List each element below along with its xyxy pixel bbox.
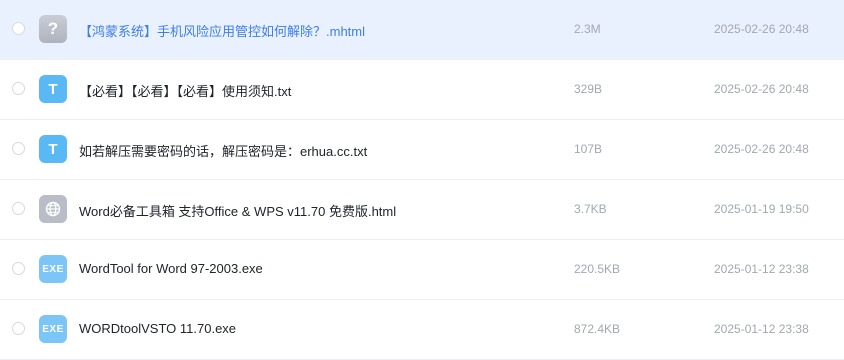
file-row[interactable]: T 如若解压需要密码的话，解压密码是：erhua.cc.txt 107B 202… — [0, 120, 844, 180]
question-file-icon: ? — [39, 15, 67, 43]
file-row[interactable]: T 【必看】【必看】【必看】使用须知.txt 329B 2025-02-26 2… — [0, 60, 844, 120]
file-row[interactable]: ? 【鸿蒙系统】手机风险应用管控如何解除？.mhtml 2.3M 2025-02… — [0, 0, 844, 60]
globe-icon — [45, 201, 61, 217]
select-checkbox[interactable] — [12, 82, 25, 95]
file-size: 872.4KB — [574, 322, 621, 336]
file-date: 2025-02-26 20:48 — [714, 82, 809, 96]
exe-file-icon: EXE — [39, 315, 67, 343]
select-checkbox[interactable] — [12, 142, 25, 155]
file-date: 2025-01-19 19:50 — [714, 202, 809, 216]
file-size: 220.5KB — [574, 262, 621, 276]
file-size: 329B — [574, 82, 603, 96]
file-date: 2025-01-12 23:38 — [714, 322, 809, 336]
file-size: 107B — [574, 142, 603, 156]
select-checkbox[interactable] — [12, 262, 25, 275]
file-size: 2.3M — [574, 22, 601, 36]
file-name[interactable]: WORDtoolVSTO 11.70.exe — [79, 321, 236, 336]
file-list: ? 【鸿蒙系统】手机风险应用管控如何解除？.mhtml 2.3M 2025-02… — [0, 0, 844, 360]
file-date: 2025-02-26 20:48 — [714, 22, 809, 36]
exe-file-icon: EXE — [39, 255, 67, 283]
select-checkbox[interactable] — [12, 322, 25, 335]
file-date: 2025-01-12 23:38 — [714, 262, 809, 276]
select-checkbox[interactable] — [12, 22, 25, 35]
file-name[interactable]: 【必看】【必看】【必看】使用须知.txt — [79, 81, 291, 100]
file-name[interactable]: Word必备工具箱 支持Office & WPS v11.70 免费版.html — [79, 201, 396, 220]
file-row[interactable]: Word必备工具箱 支持Office & WPS v11.70 免费版.html… — [0, 180, 844, 240]
file-size: 3.7KB — [574, 202, 607, 216]
file-name[interactable]: 如若解压需要密码的话，解压密码是：erhua.cc.txt — [79, 141, 367, 160]
file-name[interactable]: WordTool for Word 97-2003.exe — [79, 261, 263, 276]
html-file-icon — [39, 195, 67, 223]
file-row[interactable]: EXE WORDtoolVSTO 11.70.exe 872.4KB 2025-… — [0, 300, 844, 360]
txt-file-icon: T — [39, 75, 67, 103]
file-date: 2025-02-26 20:48 — [714, 142, 809, 156]
txt-file-icon: T — [39, 135, 67, 163]
select-checkbox[interactable] — [12, 202, 25, 215]
file-name[interactable]: 【鸿蒙系统】手机风险应用管控如何解除？.mhtml — [79, 21, 365, 40]
file-row[interactable]: EXE WordTool for Word 97-2003.exe 220.5K… — [0, 240, 844, 300]
